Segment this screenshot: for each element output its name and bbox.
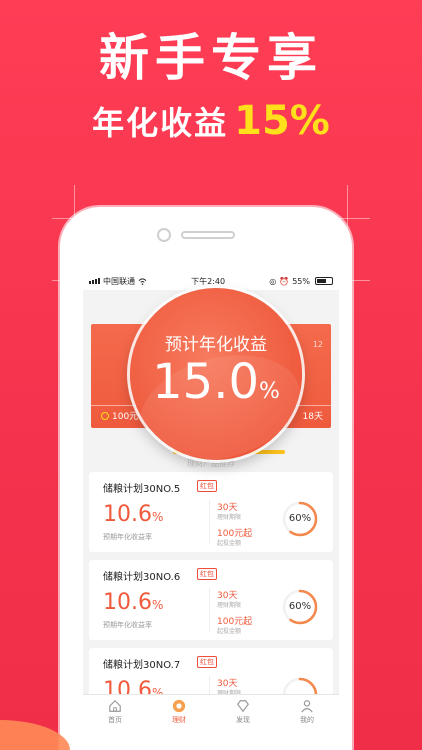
wifi-icon (138, 277, 147, 285)
card-divider (209, 588, 210, 632)
banner-term: 18天 (302, 412, 323, 422)
hero-highlight: 15% (234, 98, 330, 144)
term-label: 理财期限 (217, 602, 242, 609)
hero-subtitle: 年化收益 15% (0, 98, 422, 144)
progress-percent: 60% (288, 513, 312, 524)
product-card[interactable]: 储粮计划30NO.6 红包 10.6% 预期年化收益率 30天 理财期限 100… (89, 560, 333, 640)
banner-min-amount: 100元 (101, 409, 138, 422)
red-packet-badge: 红包 (197, 480, 217, 492)
status-time: 下午2:40 (191, 276, 226, 286)
progress-percent: 60% (288, 601, 312, 612)
rate-value: 10.6 (103, 502, 152, 527)
product-rate: 10.6% (103, 590, 163, 615)
card-divider (209, 500, 210, 544)
tab-home[interactable]: 首页 (83, 695, 147, 728)
magnifier-unit: % (258, 379, 280, 404)
magnifier-overlay: 预计年化收益 15.0% (130, 288, 302, 460)
signal-icon (89, 278, 100, 284)
home-icon (109, 699, 121, 712)
speaker-icon (181, 231, 235, 239)
bottom-tab-bar: 首页 理财 发现 我的 (83, 694, 339, 728)
banner-top-text: 12 (312, 340, 323, 349)
red-packet-badge: 红包 (197, 656, 217, 668)
hero-title: 新手专享 (99, 29, 323, 87)
red-packet-badge: 红包 (197, 568, 217, 580)
rate-label: 预期年化收益率 (103, 621, 152, 629)
tab-finance[interactable]: 理财 (147, 695, 211, 728)
banner-min-text: 100元 (112, 412, 139, 422)
finance-icon (172, 699, 186, 712)
camera-icon (157, 228, 171, 242)
tab-label: 首页 (108, 715, 122, 724)
tab-discover[interactable]: 发现 (211, 695, 275, 728)
diamond-icon (237, 699, 249, 712)
product-name: 储粮计划30NO.6 (103, 572, 181, 583)
hero-subtitle-text: 年化收益 (92, 104, 229, 142)
rate-unit: % (151, 510, 164, 524)
alarm-icon: ⏰ (279, 276, 290, 286)
product-name: 储粮计划30NO.7 (103, 660, 181, 671)
battery-percent: 55% (292, 276, 310, 286)
product-name: 储粮计划30NO.5 (103, 484, 181, 495)
rate-value: 10.6 (103, 590, 152, 615)
rate-label: 预期年化收益率 (103, 533, 152, 541)
carrier-name: 中国联通 (103, 276, 135, 286)
tab-mine[interactable]: 我的 (275, 695, 339, 728)
min-invest-label: 起投金额 (217, 628, 242, 635)
tab-label: 理财 (172, 715, 186, 724)
tab-label: 我的 (300, 715, 314, 724)
battery-icon (314, 277, 333, 285)
product-rate: 10.6% (103, 502, 163, 527)
lock-rotation-icon: ◎ (269, 276, 277, 286)
min-invest-label: 起投金额 (217, 540, 242, 547)
rate-unit: % (151, 598, 164, 612)
magnifier-number: 15.0 (152, 354, 259, 410)
term-label: 理财期限 (217, 514, 242, 521)
user-icon (301, 699, 313, 712)
magnifier-label: 预计年化收益 (165, 335, 267, 355)
tab-label: 发现 (236, 715, 250, 724)
product-card[interactable]: 储粮计划30NO.5 红包 10.6% 预期年化收益率 30天 理财期限 100… (89, 472, 333, 552)
magnifier-value: 15.0% (130, 354, 302, 410)
coin-icon (101, 411, 109, 420)
